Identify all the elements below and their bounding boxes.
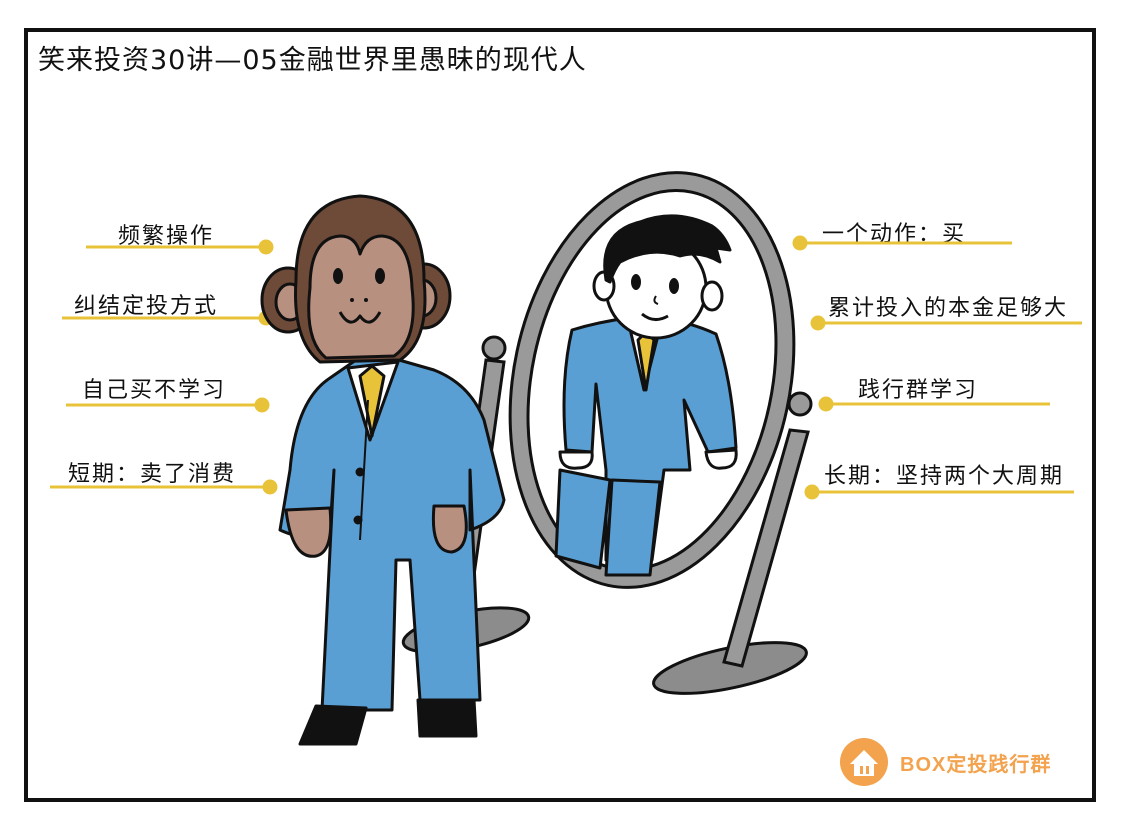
brand-logo-spacer — [840, 738, 888, 786]
monkey-head-businessman — [260, 194, 506, 746]
brand-text: BOX定投践行群 — [900, 753, 1052, 776]
brand: BOX定投践行群 — [840, 738, 1051, 786]
illustration — [50, 171, 1082, 786]
